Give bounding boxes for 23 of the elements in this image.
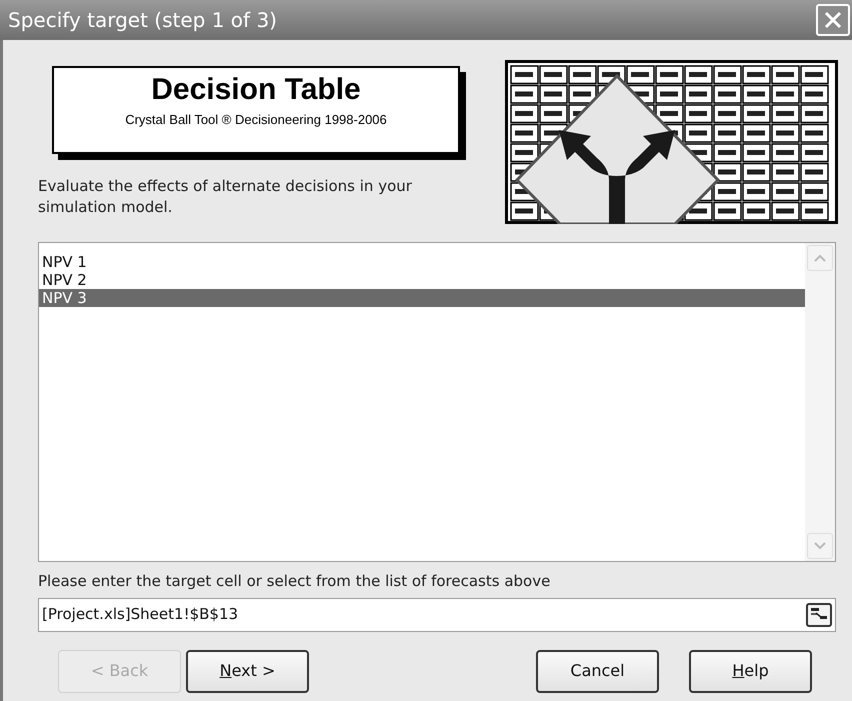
cell-reference-input[interactable]: [Project.xls]Sheet1!$B$13 — [42, 603, 806, 626]
close-icon — [824, 11, 842, 29]
forecast-item[interactable]: NPV 1 — [39, 253, 805, 271]
dialog-button[interactable]: Help — [689, 650, 812, 692]
target-cell-field[interactable]: [Project.xls]Sheet1!$B$13 — [38, 598, 836, 632]
banner-title: Decision Table — [151, 72, 361, 108]
range-select-button[interactable] — [806, 602, 832, 626]
banner-subtitle: Crystal Ball Tool ® Decisioneering 1998-2006 — [125, 111, 387, 129]
close-button[interactable] — [816, 4, 850, 36]
forecast-item[interactable]: NPV 3 — [39, 289, 805, 307]
dialog-button[interactable]: Next > — [186, 650, 309, 692]
scrollbar[interactable] — [805, 243, 835, 561]
forecast-item[interactable]: NPV 2 — [39, 271, 805, 289]
prompt-text: Please enter the target cell or select from the list of forecasts above — [38, 571, 552, 592]
window-title: Specify target (step 1 of 3) — [8, 7, 277, 34]
scroll-down-button[interactable] — [807, 533, 833, 559]
dialog-button[interactable]: Cancel — [536, 650, 659, 692]
description-text: Evaluate the effects of alternate decisions in your simulation model. — [38, 176, 413, 218]
cell-range-icon — [811, 608, 827, 622]
caret-up-icon — [814, 254, 826, 262]
caret-down-icon — [814, 542, 826, 550]
scroll-up-button[interactable] — [807, 245, 833, 271]
forecast-list[interactable]: NPV 1 NPV 2 NPV 3 — [38, 242, 836, 562]
